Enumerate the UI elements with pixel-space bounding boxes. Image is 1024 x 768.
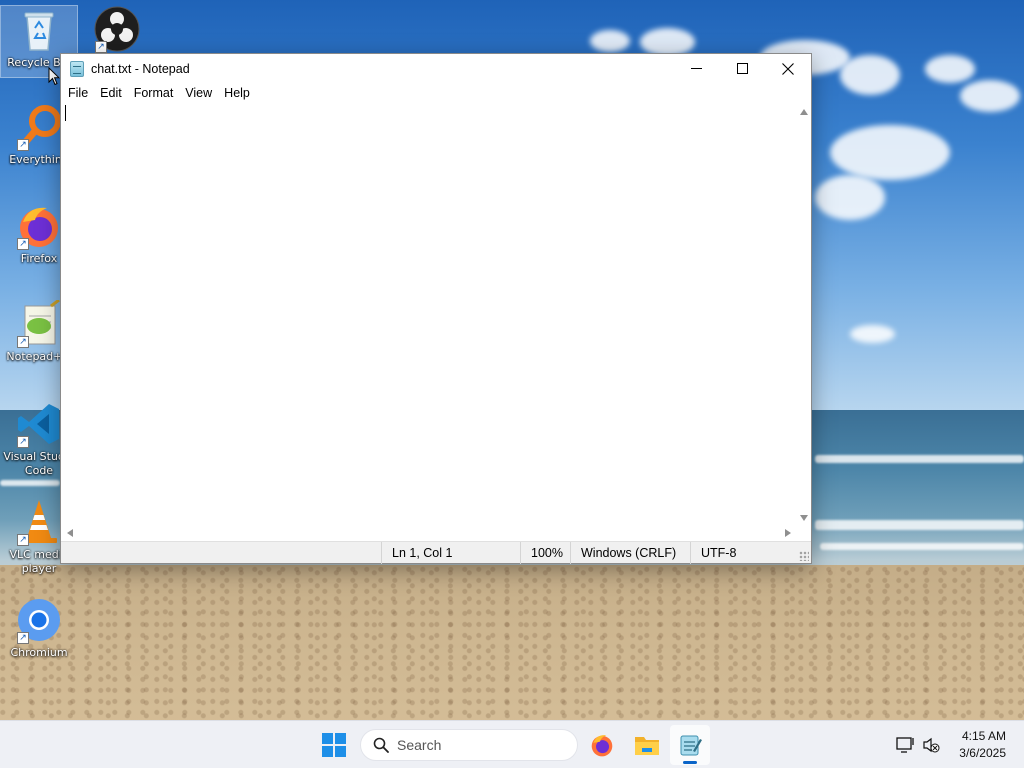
system-tray	[896, 721, 940, 768]
volume-muted-icon[interactable]	[922, 736, 940, 754]
menu-file[interactable]: File	[63, 84, 93, 102]
scroll-up-arrow-icon[interactable]	[800, 109, 808, 115]
close-icon	[782, 62, 794, 75]
shortcut-arrow-icon: ↗	[95, 41, 107, 53]
taskbar: 4:15 AM 3/6/2025	[0, 720, 1024, 768]
minimize-icon	[690, 68, 702, 69]
status-encoding: UTF-8	[690, 542, 800, 564]
search-input[interactable]	[397, 737, 567, 753]
recycle-bin-icon	[15, 6, 63, 54]
vertical-scrollbar[interactable]	[797, 103, 811, 526]
menu-bar: File Edit Format View Help	[61, 83, 811, 103]
shortcut-arrow-icon: ↗	[17, 238, 29, 250]
menu-view[interactable]: View	[180, 84, 217, 102]
scrollbar-corner	[797, 526, 811, 540]
magnifier-icon: ↗	[15, 103, 63, 151]
resize-grip-icon[interactable]	[799, 551, 809, 561]
shortcut-arrow-icon: ↗	[17, 534, 29, 546]
maximize-button[interactable]	[719, 54, 765, 83]
status-bar: Ln 1, Col 1 100% Windows (CRLF) UTF-8	[61, 541, 811, 564]
clock-time: 4:15 AM	[961, 729, 1006, 743]
menu-format[interactable]: Format	[129, 84, 179, 102]
menu-help[interactable]: Help	[219, 84, 255, 102]
shortcut-arrow-icon: ↗	[17, 632, 29, 644]
search-icon	[373, 737, 389, 753]
vlc-cone-icon: ↗	[15, 498, 63, 546]
firefox-icon	[591, 735, 613, 757]
status-cursor-position: Ln 1, Col 1	[381, 542, 521, 564]
desktop-icon-label: Chromium	[10, 646, 68, 659]
taskbar-file-explorer[interactable]	[627, 725, 667, 765]
title-bar[interactable]: chat.txt - Notepad	[61, 54, 811, 83]
obs-studio-icon: ↗	[93, 5, 141, 53]
status-line-ending: Windows (CRLF)	[570, 542, 694, 564]
minimize-button[interactable]	[673, 54, 719, 83]
scroll-down-arrow-icon[interactable]	[800, 515, 808, 521]
notepad-plus-plus-icon: ↗	[15, 298, 63, 348]
shortcut-arrow-icon: ↗	[17, 436, 29, 448]
notepad-window[interactable]: chat.txt - Notepad File Edit Format View…	[60, 53, 812, 564]
start-button[interactable]	[314, 725, 354, 765]
menu-edit[interactable]: Edit	[95, 84, 127, 102]
vscode-icon: ↗	[15, 400, 63, 448]
desktop-icon-obs-studio[interactable]: ↗	[78, 5, 156, 55]
mouse-cursor-icon	[48, 67, 60, 86]
folder-icon	[635, 737, 659, 755]
active-app-indicator	[683, 761, 697, 764]
scroll-left-arrow-icon[interactable]	[67, 529, 73, 537]
notepad-app-icon	[70, 60, 84, 77]
taskbar-firefox[interactable]	[582, 725, 622, 765]
shortcut-arrow-icon: ↗	[17, 336, 29, 348]
status-zoom: 100%	[520, 542, 570, 564]
clock-date: 3/6/2025	[959, 746, 1006, 760]
wallpaper-sand	[0, 565, 1024, 720]
taskbar-search[interactable]	[360, 729, 578, 761]
desktop-icon-chromium[interactable]: ↗ Chromium	[0, 596, 78, 660]
taskbar-notepad[interactable]	[670, 725, 710, 765]
text-editor[interactable]	[61, 103, 797, 526]
maximize-icon	[736, 63, 748, 74]
horizontal-scrollbar[interactable]	[61, 526, 797, 540]
notepad-icon	[680, 735, 702, 756]
scroll-right-arrow-icon[interactable]	[785, 529, 791, 537]
window-title: chat.txt - Notepad	[91, 61, 190, 76]
chromium-icon: ↗	[15, 596, 63, 644]
firefox-icon: ↗	[15, 202, 63, 250]
network-icon[interactable]	[896, 736, 916, 754]
shortcut-arrow-icon: ↗	[17, 139, 29, 151]
text-caret	[65, 105, 66, 121]
close-button[interactable]	[765, 54, 811, 83]
clock[interactable]: 4:15 AM 3/6/2025	[959, 728, 1006, 762]
windows-logo-icon	[322, 733, 346, 757]
